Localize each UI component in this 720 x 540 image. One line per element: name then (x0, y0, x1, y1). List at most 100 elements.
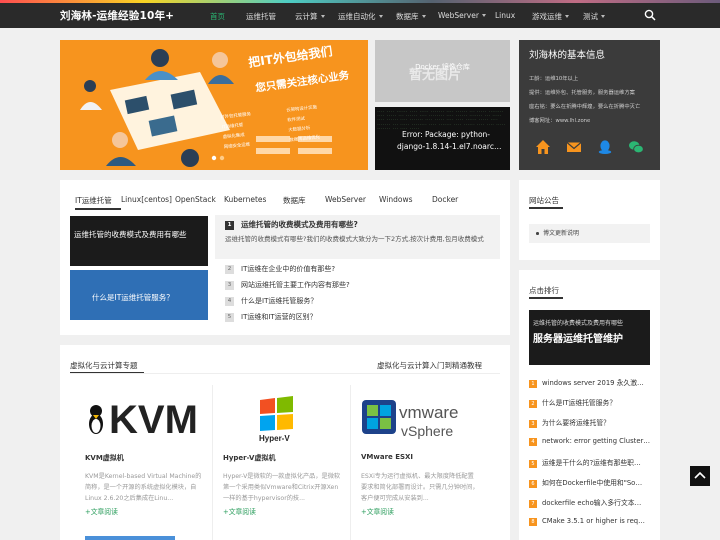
featured-image-2[interactable]: 什么是IT运维托管服务？ (70, 270, 208, 320)
tab-it-ops[interactable]: IT运维托管 (75, 195, 112, 206)
card-desc: ESXi专为运行虚拟机、最大限度降低配置要求和简化部署而设计。只需几分钟时间，客… (361, 473, 479, 502)
ranking-title: 点击排行 (529, 286, 559, 295)
tab-webserver[interactable]: WebServer (325, 195, 366, 204)
card-thumbnail-strip (85, 536, 175, 540)
rank-number: 2 (225, 265, 234, 274)
list-item[interactable]: 5 IT运维和IT运营的区别？ (225, 312, 510, 322)
tab-docker[interactable]: Docker (432, 195, 458, 204)
section-divider (70, 373, 500, 374)
card-title: Hyper-V虚拟机 (223, 454, 276, 462)
thumbnail-error-package[interactable]: .... .... ...... .... ..... ....... ....… (375, 107, 510, 170)
ranking-item[interactable]: 5 运维是干什么的?运维有那些职… (529, 457, 651, 468)
top-navbar: 刘海林-运维经验10年+ 首页 运维托管 云计算 运维自动化 数据库 WebSe… (0, 3, 720, 28)
list-item[interactable]: 2 IT运维在企业中的价值有那些? (225, 264, 510, 274)
nav-game-ops[interactable]: 游戏运维 (532, 11, 569, 22)
nav-testing[interactable]: 测试 (583, 11, 605, 22)
nav-automation-label: 运维自动化 (338, 12, 376, 21)
chevron-down-icon (565, 15, 569, 18)
ranking-item[interactable]: 4 network: error getting Cluster… (529, 437, 651, 446)
nav-home[interactable]: 首页 (210, 11, 225, 22)
notice-item[interactable]: 博文更新说明 (529, 224, 650, 243)
chevron-down-icon (378, 15, 383, 18)
profile-line: 博客网址：www.lhl.zone (529, 118, 591, 124)
back-to-top-button[interactable] (690, 466, 710, 486)
list-item-title: IT运维和IT运营的区别？ (241, 313, 317, 321)
tab-linux[interactable]: Linux[centos] (121, 195, 172, 204)
rank-number: 2 (529, 400, 537, 408)
section-title: 虚拟化与云计算专题 (70, 361, 138, 370)
column-divider (212, 385, 213, 540)
ranking-item[interactable]: 7 dockerfile echo输入多行文本… (529, 497, 651, 508)
nav-cloud-label: 云计算 (295, 12, 318, 21)
tab-windows[interactable]: Windows (379, 195, 412, 204)
vmware-logo: vmware vSphere (362, 400, 459, 439)
chevron-down-icon (421, 15, 426, 18)
read-more-link[interactable]: +文章阅读 (85, 506, 118, 516)
ranking-item-title: 什么是IT运维托管服务？ (542, 399, 617, 407)
section-link[interactable]: 虚拟化与云计算入门到精通教程 (377, 360, 482, 371)
featured-image-1[interactable]: 运维托管的收费模式及费用有哪些 (70, 216, 208, 266)
profile-line: 工龄：运维10年以上 (529, 76, 579, 82)
ranking-item[interactable]: 1 windows server 2019 永久激… (529, 377, 651, 388)
tab-kubernetes[interactable]: Kubernetes (224, 195, 266, 204)
notice-panel: 网站公告 博文更新说明 (519, 180, 660, 260)
nav-ops-hosting[interactable]: 运维托管 (246, 11, 276, 22)
rank-number: 5 (529, 460, 537, 468)
rank-number: 8 (529, 518, 537, 526)
ranking-item-title: windows server 2019 永久激… (542, 379, 644, 387)
featured-top-article[interactable]: 1 运维托管的收费模式及费用有哪些? 运维托管的收费模式有哪些?我们的收费模式大致… (215, 215, 500, 259)
notice-title-underline (529, 207, 563, 209)
list-item[interactable]: 4 什么是IT运维托管服务？ (225, 296, 510, 306)
nav-database[interactable]: 数据库 (396, 11, 426, 22)
list-item-title: 什么是IT运维托管服务？ (241, 297, 318, 305)
home-icon[interactable] (535, 139, 551, 155)
profile-line: 座右铭：要么在折腾中辉煌，要么在折腾中灭亡 (529, 104, 641, 110)
ranking-item-title: 如何在Dockerfile中使用和"So… (542, 479, 643, 487)
nav-webserver[interactable]: WebServer (438, 11, 486, 20)
hero-banner[interactable]: 把IT外包给我们 您只需关注核心业务 IT外包托管服务云架构设计实施IT运维托管… (60, 40, 368, 170)
featured-top-desc: 运维托管的收费模式有哪些?我们的收费模式大致分为一下2方式,按次计费用,包月收费… (225, 235, 484, 243)
ranking-image[interactable]: 服务器运维托管维护 运维托管的收费模式及费用有哪些 (529, 310, 650, 365)
chevron-down-icon (601, 15, 605, 18)
ranking-image-text: 服务器运维托管维护 (533, 334, 623, 345)
kvm-logo: KVM (89, 398, 198, 439)
notice-title: 网站公告 (529, 196, 559, 205)
ranking-item[interactable]: 8 CMake 3.5.1 or higher is req… (529, 517, 651, 526)
card-title: KVM虚拟机 (85, 454, 124, 462)
read-more-link[interactable]: +文章阅读 (223, 506, 256, 516)
wechat-icon[interactable] (628, 139, 644, 155)
category-tabs-panel: IT运维托管 Linux[centos] OpenStack Kubernete… (60, 180, 510, 335)
featured-top-title: 1 运维托管的收费模式及费用有哪些? (225, 219, 358, 230)
mail-icon[interactable] (566, 139, 582, 155)
qq-icon[interactable] (597, 139, 613, 155)
ranking-item[interactable]: 6 如何在Dockerfile中使用和"So… (529, 477, 651, 488)
nav-automation[interactable]: 运维自动化 (338, 11, 383, 22)
ranking-item-title: dockerfile echo输入多行文本… (542, 499, 642, 507)
tab-openstack[interactable]: OpenStack (175, 195, 216, 204)
card-desc: Hyper-V是微软的一款虚拟化产品，是微软第一个采用类似Vmware和Citr… (223, 473, 341, 502)
hyperv-logo-text: Hyper-V (259, 434, 290, 443)
kvm-logo-text: KVM (109, 398, 198, 439)
list-item[interactable]: 3 网站运维托管主要工作内容有那些? (225, 280, 510, 290)
rank-number: 4 (529, 438, 537, 446)
arrow-up-icon (694, 471, 706, 479)
nav-linux[interactable]: Linux (495, 11, 515, 20)
rank-number: 7 (529, 500, 537, 508)
ranking-item-title: CMake 3.5.1 or higher is req… (542, 517, 645, 525)
thumbnail-docker-registry[interactable]: 暂无图片 Docker 镜像仓库 (375, 40, 510, 102)
ranking-item[interactable]: 3 为什么要将运维托管？ (529, 417, 651, 428)
profile-line: 提供：运维外包、托管服务，服务器运维方案 (529, 90, 635, 96)
site-brand[interactable]: 刘海林-运维经验10年+ (60, 8, 174, 23)
read-more-link[interactable]: +文章阅读 (361, 506, 394, 516)
featured-image-1-text: 运维托管的收费模式及费用有哪些 (74, 230, 187, 239)
rank-number: 5 (225, 313, 234, 322)
rank-number: 1 (225, 221, 234, 230)
chevron-down-icon (481, 14, 486, 17)
vsphere-logo-text: vSphere (401, 423, 453, 439)
rank-number: 4 (225, 297, 234, 306)
nav-cloud[interactable]: 云计算 (295, 11, 325, 22)
tab-database[interactable]: 数据库 (283, 195, 306, 206)
list-item-title: 网站运维托管主要工作内容有那些? (241, 281, 350, 289)
search-icon[interactable] (644, 9, 656, 21)
ranking-item[interactable]: 2 什么是IT运维托管服务？ (529, 397, 651, 408)
